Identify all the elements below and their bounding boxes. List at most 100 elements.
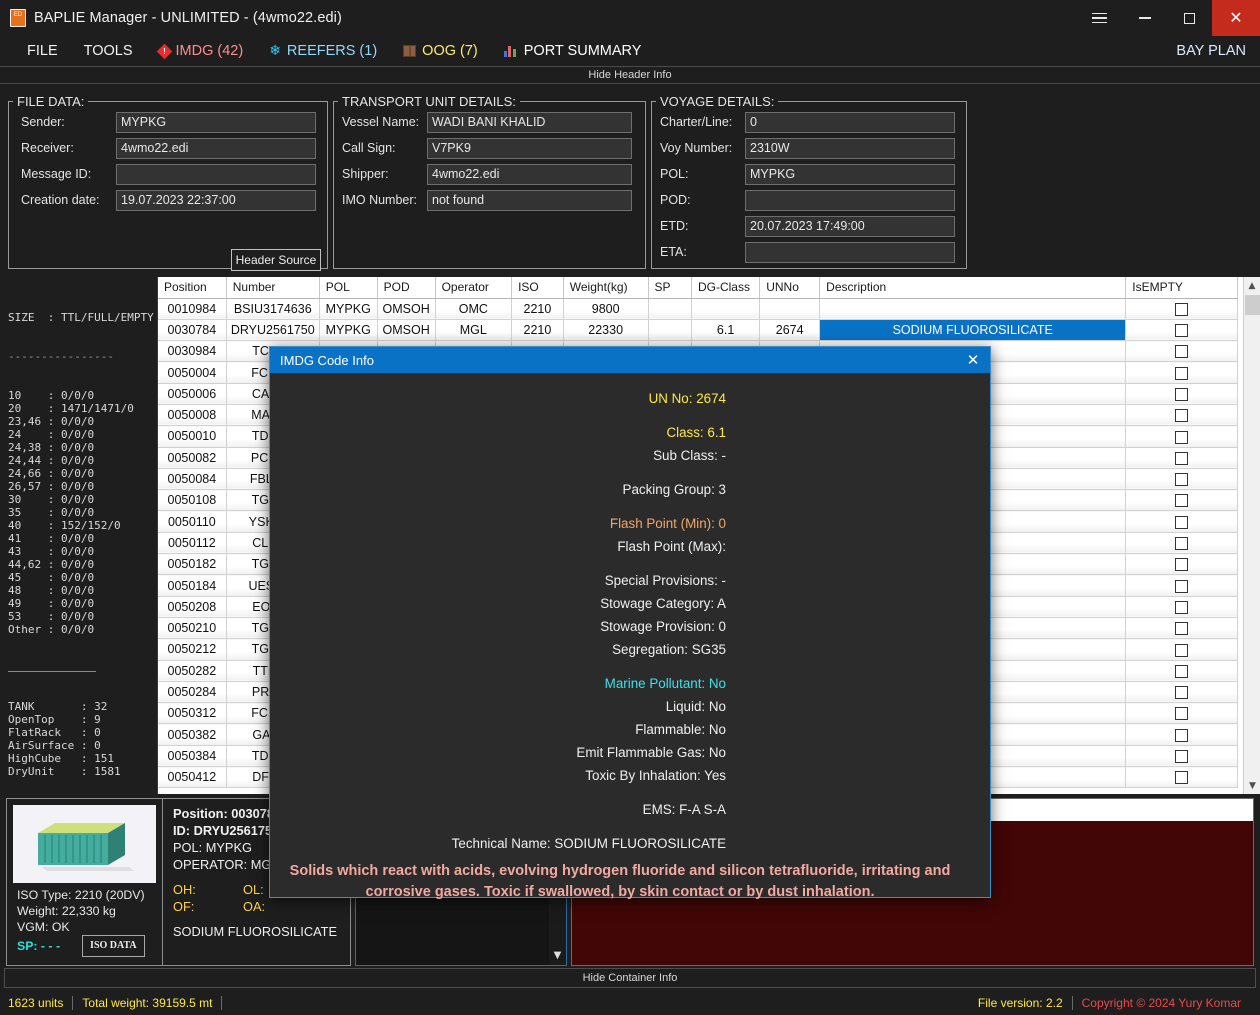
isempty-checkbox[interactable] bbox=[1175, 729, 1188, 742]
isempty-checkbox[interactable] bbox=[1175, 601, 1188, 614]
hide-container-info-bar[interactable]: Hide Container Info bbox=[4, 968, 1256, 988]
table-vertical-scrollbar[interactable]: ▲ ▼ bbox=[1243, 277, 1260, 794]
menu-item-oog[interactable]: OOG (7) bbox=[390, 36, 491, 66]
oa-label: OA: bbox=[243, 898, 265, 915]
col-dg-class[interactable]: DG-Class bbox=[691, 277, 759, 298]
cell-description: SODIUM FLUOROSILICATE bbox=[820, 319, 1126, 340]
imo-number-input[interactable]: not found bbox=[427, 190, 632, 211]
eta-input[interactable] bbox=[745, 242, 955, 263]
col-sp[interactable]: SP bbox=[648, 277, 691, 298]
menu-item-reefers[interactable]: ❄ REEFERS (1) bbox=[256, 36, 390, 66]
isempty-checkbox[interactable] bbox=[1175, 452, 1188, 465]
message-id-input[interactable] bbox=[116, 164, 316, 185]
cell-position: 0050006 bbox=[158, 383, 226, 404]
field-creation-date: Creation date: 19.07.2023 22:37:00 bbox=[9, 187, 327, 213]
isempty-checkbox[interactable] bbox=[1175, 473, 1188, 486]
menu-item-imdg[interactable]: IMDG (42) bbox=[146, 36, 257, 66]
etd-input[interactable]: 20.07.2023 17:49:00 bbox=[745, 216, 955, 237]
scroll-down-arrow[interactable]: ▼ bbox=[1244, 777, 1260, 794]
isempty-checkbox[interactable] bbox=[1175, 707, 1188, 720]
isempty-checkbox[interactable] bbox=[1175, 303, 1188, 316]
col-number[interactable]: Number bbox=[226, 277, 319, 298]
field-label: Call Sign: bbox=[342, 141, 427, 155]
imdg-field-line: Technical Name: SODIUM FLUOROSILICATE bbox=[270, 832, 728, 855]
col-pod[interactable]: POD bbox=[377, 277, 435, 298]
col-pol[interactable]: POL bbox=[319, 277, 377, 298]
isempty-checkbox[interactable] bbox=[1175, 345, 1188, 358]
pol-input[interactable]: MYPKG bbox=[745, 164, 955, 185]
menu-item-tools[interactable]: TOOLS bbox=[71, 36, 146, 66]
isempty-checkbox[interactable] bbox=[1175, 686, 1188, 699]
field-label: Message ID: bbox=[21, 167, 116, 181]
dialog-close-icon[interactable]: ✕ bbox=[956, 347, 990, 373]
scroll-thumb[interactable] bbox=[1245, 295, 1260, 315]
scroll-up-arrow[interactable]: ▲ bbox=[1244, 277, 1260, 294]
col-position[interactable]: Position bbox=[158, 277, 226, 298]
stats-size-row: 41 : 0/0/0 bbox=[8, 532, 157, 545]
edi-scroll-down-arrow[interactable]: ▼ bbox=[549, 948, 566, 963]
col-unno[interactable]: UNNo bbox=[760, 277, 820, 298]
isempty-checkbox[interactable] bbox=[1175, 431, 1188, 444]
isempty-checkbox[interactable] bbox=[1175, 750, 1188, 763]
col-isempty[interactable]: IsEMPTY bbox=[1126, 277, 1238, 298]
vessel-name-input[interactable]: WADI BANI KHALID bbox=[427, 112, 632, 133]
table-row[interactable]: 0010984BSIU3174636MYPKGOMSOHOMC22109800 bbox=[158, 298, 1238, 319]
menu-item-port-summary[interactable]: PORT SUMMARY bbox=[491, 36, 655, 66]
col-operator[interactable]: Operator bbox=[435, 277, 512, 298]
stats-type-row: TANK : 32 bbox=[8, 700, 157, 713]
field-call-sign: Call Sign: V7PK9 bbox=[334, 135, 645, 161]
charter-line-input[interactable]: 0 bbox=[745, 112, 955, 133]
hamburger-icon[interactable] bbox=[1077, 0, 1122, 36]
imdg-spacer bbox=[270, 558, 728, 569]
close-icon[interactable]: ✕ bbox=[1212, 0, 1260, 36]
creation-date-input[interactable]: 19.07.2023 22:37:00 bbox=[116, 190, 316, 211]
stats-size-row: 35 : 0/0/0 bbox=[8, 506, 157, 519]
isempty-checkbox[interactable] bbox=[1175, 537, 1188, 550]
isempty-checkbox[interactable] bbox=[1175, 388, 1188, 401]
cell-weight: 22330 bbox=[563, 319, 648, 340]
isempty-checkbox[interactable] bbox=[1175, 665, 1188, 678]
field-vessel-name: Vessel Name: WADI BANI KHALID bbox=[334, 109, 645, 135]
header-source-button[interactable]: Header Source bbox=[231, 249, 321, 271]
col-weight[interactable]: Weight(kg) bbox=[563, 277, 648, 298]
voy-number-input[interactable]: 2310W bbox=[745, 138, 955, 159]
cell-position: 0050208 bbox=[158, 596, 226, 617]
sender-input[interactable]: MYPKG bbox=[116, 112, 316, 133]
cell-number: DRYU2561750 bbox=[226, 319, 319, 340]
minimize-icon[interactable] bbox=[1122, 0, 1167, 36]
isempty-checkbox[interactable] bbox=[1175, 324, 1188, 337]
isempty-checkbox[interactable] bbox=[1175, 622, 1188, 635]
col-iso[interactable]: ISO bbox=[512, 277, 564, 298]
cell-isempty bbox=[1126, 511, 1238, 532]
table-row[interactable]: 0030784DRYU2561750MYPKGOMSOHMGL221022330… bbox=[158, 319, 1238, 340]
isempty-checkbox[interactable] bbox=[1175, 516, 1188, 529]
shipper-input[interactable]: 4wmo22.edi bbox=[427, 164, 632, 185]
field-label: Receiver: bbox=[21, 141, 116, 155]
cell-position: 0050004 bbox=[158, 362, 226, 383]
isempty-checkbox[interactable] bbox=[1175, 558, 1188, 571]
pod-input[interactable] bbox=[745, 190, 955, 211]
isempty-checkbox[interactable] bbox=[1175, 771, 1188, 784]
iso-data-button[interactable]: ISO DATA bbox=[82, 935, 145, 957]
isempty-checkbox[interactable] bbox=[1175, 580, 1188, 593]
hide-header-info-bar[interactable]: Hide Header Info bbox=[0, 66, 1260, 84]
call-sign-input[interactable]: V7PK9 bbox=[427, 138, 632, 159]
col-description[interactable]: Description bbox=[820, 277, 1126, 298]
bay-plan-button[interactable]: BAY PLAN bbox=[1176, 43, 1246, 59]
cell-position: 0050282 bbox=[158, 660, 226, 681]
imdg-description: Solids which react with acids, evolving … bbox=[270, 861, 970, 903]
isempty-checkbox[interactable] bbox=[1175, 644, 1188, 657]
isempty-checkbox[interactable] bbox=[1175, 494, 1188, 507]
imdg-field-list: UN No: 2674Class: 6.1Sub Class: -Packing… bbox=[270, 387, 990, 855]
isempty-checkbox[interactable] bbox=[1175, 367, 1188, 380]
maximize-icon[interactable] bbox=[1167, 0, 1212, 36]
stats-size-row: 20 : 1471/1471/0 bbox=[8, 402, 157, 415]
menu-label: TOOLS bbox=[84, 43, 133, 59]
imdg-code-info-dialog: IMDG Code Info ✕ UN No: 2674Class: 6.1Su… bbox=[269, 346, 991, 898]
stats-size-row: Other : 0/0/0 bbox=[8, 623, 157, 636]
menu-item-file[interactable]: FILE bbox=[14, 36, 71, 66]
isempty-checkbox[interactable] bbox=[1175, 409, 1188, 422]
receiver-input[interactable]: 4wmo22.edi bbox=[116, 138, 316, 159]
cell-iso: 2210 bbox=[512, 319, 564, 340]
cell-position: 0050182 bbox=[158, 554, 226, 575]
